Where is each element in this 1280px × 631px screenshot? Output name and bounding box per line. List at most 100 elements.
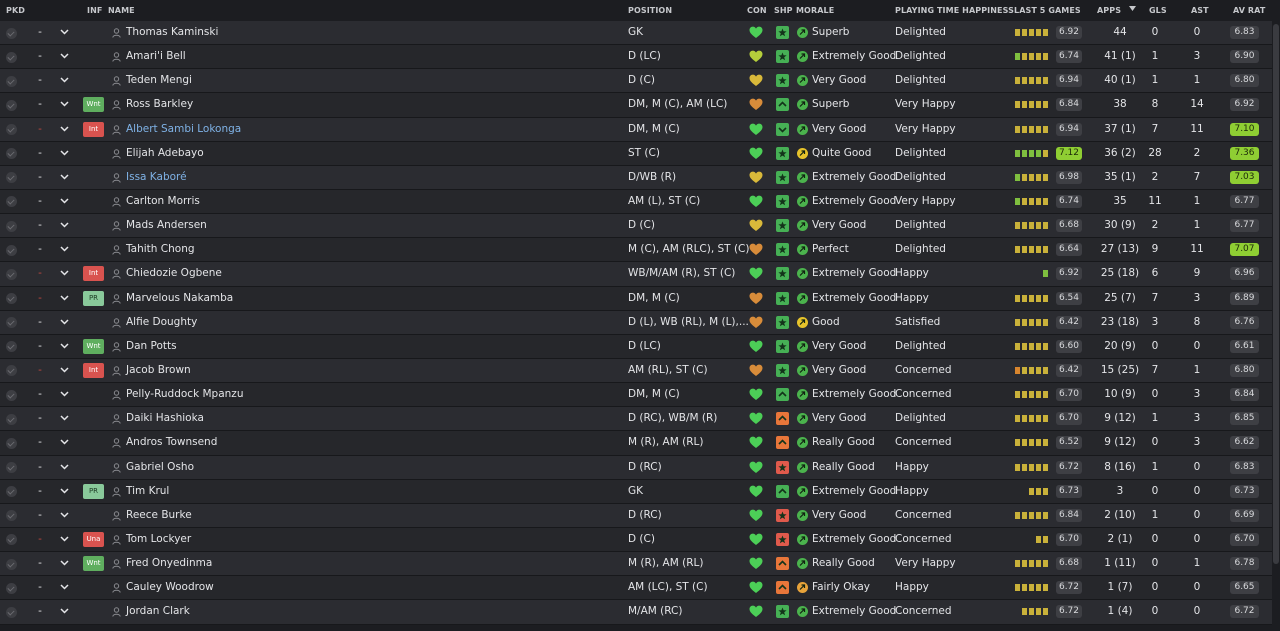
header-last-5-games[interactable]: LAST 5 GAMES xyxy=(1014,6,1081,15)
pick-checkbox-icon[interactable] xyxy=(6,268,17,280)
player-name[interactable]: Marvelous Nakamba xyxy=(126,287,233,310)
header-ast[interactable]: AST xyxy=(1191,6,1209,15)
pick-checkbox-icon[interactable] xyxy=(6,27,17,39)
player-name[interactable]: Issa Kaboré xyxy=(126,166,187,189)
player-name[interactable]: Tahith Chong xyxy=(126,238,195,261)
player-name[interactable]: Tom Lockyer xyxy=(126,528,191,551)
info-badge[interactable]: Wnt xyxy=(83,97,104,113)
table-row[interactable]: - Carlton Morris AM (L), ST (C) Extremely G… xyxy=(0,189,1272,215)
player-name[interactable]: Fred Onyedinma xyxy=(126,552,212,575)
chevron-down-icon[interactable] xyxy=(60,335,70,358)
pick-checkbox-icon[interactable] xyxy=(6,534,17,546)
table-row[interactable]: - PR Marvelous Nakamba DM, M (C) Extremely G… xyxy=(0,286,1272,311)
chevron-down-icon[interactable] xyxy=(60,576,70,599)
chevron-down-icon[interactable] xyxy=(60,93,70,116)
table-row[interactable]: - Int Albert Sambi Lokonga DM, M (C) Very Go… xyxy=(0,117,1272,142)
info-badge[interactable]: Una xyxy=(83,531,104,547)
player-name[interactable]: Dan Potts xyxy=(126,335,177,358)
chevron-down-icon[interactable] xyxy=(60,383,70,406)
player-name[interactable]: Thomas Kaminski xyxy=(126,21,218,44)
scrollbar-thumb[interactable] xyxy=(1273,24,1279,564)
chevron-down-icon[interactable] xyxy=(60,359,70,382)
table-row[interactable]: - Elijah Adebayo ST (C) Quite Good Delighted… xyxy=(0,141,1272,166)
header-apps[interactable]: APPS xyxy=(1097,6,1121,15)
chevron-down-icon[interactable] xyxy=(60,504,70,527)
chevron-down-icon[interactable] xyxy=(60,238,70,261)
table-row[interactable]: - Jordan Clark M/AM (RC) Extremely Good Conc… xyxy=(0,600,1272,625)
info-badge[interactable]: Wnt xyxy=(83,556,104,572)
header-playing-time-happiness[interactable]: PLAYING TIME HAPPINESS xyxy=(895,6,1014,15)
player-name[interactable]: Chiedozie Ogbene xyxy=(126,262,222,285)
table-row[interactable]: - Una Tom Lockyer D (C) Extremely Good Concer… xyxy=(0,527,1272,553)
pick-checkbox-icon[interactable] xyxy=(6,148,17,160)
chevron-down-icon[interactable] xyxy=(60,311,70,334)
table-row[interactable]: - Cauley Woodrow AM (LC), ST (C) Fairly Oka… xyxy=(0,576,1272,601)
player-name[interactable]: Carlton Morris xyxy=(126,190,200,213)
player-name[interactable]: Amari'i Bell xyxy=(126,45,186,68)
vertical-scrollbar[interactable] xyxy=(1272,0,1280,631)
pick-checkbox-icon[interactable] xyxy=(6,75,17,87)
info-badge[interactable]: Wnt xyxy=(83,338,104,354)
pick-checkbox-icon[interactable] xyxy=(6,510,17,522)
pick-checkbox-icon[interactable] xyxy=(6,341,17,353)
chevron-down-icon[interactable] xyxy=(60,69,70,92)
table-row[interactable]: - Int Chiedozie Ogbene WB/M/AM (R), ST (C) E… xyxy=(0,262,1272,287)
chevron-down-icon[interactable] xyxy=(60,287,70,310)
info-badge[interactable]: Int xyxy=(83,121,104,137)
chevron-down-icon[interactable] xyxy=(60,407,70,430)
table-row[interactable]: - Int Jacob Brown AM (RL), ST (C) Very Good C… xyxy=(0,358,1272,384)
table-row[interactable]: - Reece Burke D (RC) Very Good Concerned 6.84… xyxy=(0,503,1272,528)
table-row[interactable]: - Issa Kaboré D/WB (R) Extremely Good Deligh… xyxy=(0,165,1272,190)
player-name[interactable]: Elijah Adebayo xyxy=(126,142,204,165)
pick-checkbox-icon[interactable] xyxy=(6,51,17,63)
pick-checkbox-icon[interactable] xyxy=(6,220,17,232)
pick-checkbox-icon[interactable] xyxy=(6,486,17,498)
player-name[interactable]: Andros Townsend xyxy=(126,431,217,454)
pick-checkbox-icon[interactable] xyxy=(6,172,17,184)
table-row[interactable]: - Daiki Hashioka D (RC), WB/M (R) Very Good… xyxy=(0,407,1272,432)
info-badge[interactable]: Int xyxy=(83,362,104,378)
pick-checkbox-icon[interactable] xyxy=(6,389,17,401)
chevron-down-icon[interactable] xyxy=(60,21,70,44)
table-row[interactable]: - Alfie Doughty D (L), WB (RL), M (L),... G… xyxy=(0,310,1272,335)
player-name[interactable]: Pelly-Ruddock Mpanzu xyxy=(126,383,243,406)
player-name[interactable]: Jacob Brown xyxy=(126,359,191,382)
info-badge[interactable]: PR xyxy=(83,483,104,499)
table-row[interactable]: - Wnt Fred Onyedinma M (R), AM (RL) Really G… xyxy=(0,552,1272,577)
header-morale[interactable]: MORALE xyxy=(796,6,834,15)
table-row[interactable]: - Gabriel Osho D (RC) Really Good Happy 6.72 8… xyxy=(0,455,1272,480)
table-row[interactable]: - Andros Townsend M (R), AM (RL) Really Goo… xyxy=(0,431,1272,456)
chevron-down-icon[interactable] xyxy=(60,166,70,189)
pick-checkbox-icon[interactable] xyxy=(6,124,17,136)
table-row[interactable]: - Amari'i Bell D (LC) Extremely Good Delight… xyxy=(0,45,1272,70)
chevron-down-icon[interactable] xyxy=(60,45,70,68)
pick-checkbox-icon[interactable] xyxy=(6,99,17,111)
table-row[interactable]: - Mads Andersen D (C) Very Good Delighted 6.6… xyxy=(0,214,1272,239)
header-inf[interactable]: INF xyxy=(87,6,102,15)
chevron-down-icon[interactable] xyxy=(60,214,70,237)
player-name[interactable]: Jordan Clark xyxy=(126,600,190,623)
pick-checkbox-icon[interactable] xyxy=(6,293,17,305)
sort-descending-icon[interactable] xyxy=(1129,5,1136,14)
pick-checkbox-icon[interactable] xyxy=(6,365,17,377)
table-row[interactable]: - Wnt Ross Barkley DM, M (C), AM (LC) Superb… xyxy=(0,93,1272,118)
info-badge[interactable]: Int xyxy=(83,266,104,282)
header-av-rat[interactable]: AV RAT xyxy=(1233,6,1265,15)
pick-checkbox-icon[interactable] xyxy=(6,437,17,449)
table-row[interactable]: - Tahith Chong M (C), AM (RLC), ST (C) Perf… xyxy=(0,238,1272,263)
player-name[interactable]: Albert Sambi Lokonga xyxy=(126,118,241,141)
pick-checkbox-icon[interactable] xyxy=(6,244,17,256)
pick-checkbox-icon[interactable] xyxy=(6,196,17,208)
player-name[interactable]: Ross Barkley xyxy=(126,93,193,116)
pick-checkbox-icon[interactable] xyxy=(6,606,17,618)
player-name[interactable]: Gabriel Osho xyxy=(126,456,194,479)
pick-checkbox-icon[interactable] xyxy=(6,317,17,329)
header-position[interactable]: POSITION xyxy=(628,6,672,15)
player-name[interactable]: Reece Burke xyxy=(126,504,192,527)
chevron-down-icon[interactable] xyxy=(60,456,70,479)
chevron-down-icon[interactable] xyxy=(60,431,70,454)
pick-checkbox-icon[interactable] xyxy=(6,558,17,570)
player-name[interactable]: Mads Andersen xyxy=(126,214,207,237)
header-gls[interactable]: GLS xyxy=(1149,6,1167,15)
table-row[interactable]: - PR Tim Krul GK Extremely Good Happy 6.73 3 0 0 6… xyxy=(0,479,1272,504)
